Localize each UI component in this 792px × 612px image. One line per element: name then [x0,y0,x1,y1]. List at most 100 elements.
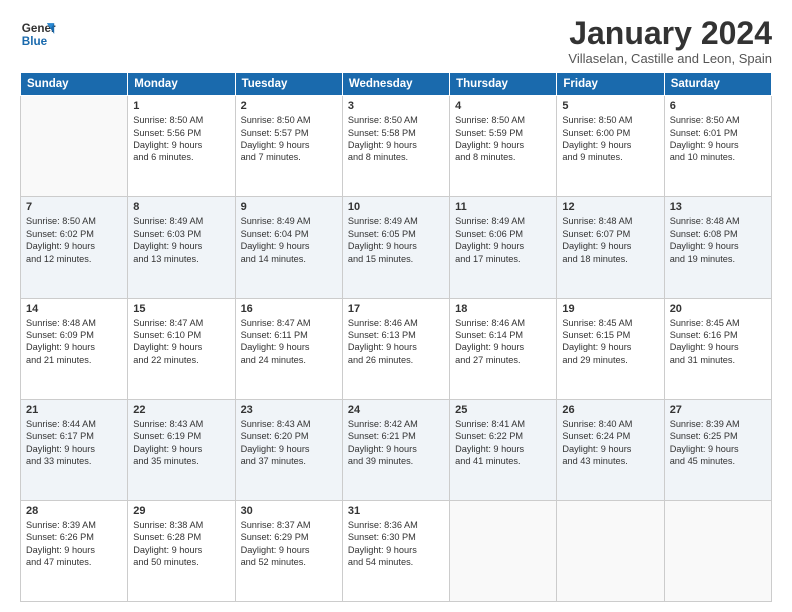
cell-info: Sunrise: 8:47 AM Sunset: 6:11 PM Dayligh… [241,317,337,367]
calendar-cell: 4 Sunrise: 8:50 AM Sunset: 5:59 PM Daylig… [450,96,557,197]
calendar-cell: 8 Sunrise: 8:49 AM Sunset: 6:03 PM Daylig… [128,197,235,298]
cell-info: Sunrise: 8:50 AM Sunset: 5:57 PM Dayligh… [241,114,337,164]
cell-info: Sunrise: 8:50 AM Sunset: 6:00 PM Dayligh… [562,114,658,164]
day-number: 10 [348,201,444,213]
cell-info: Sunrise: 8:43 AM Sunset: 6:20 PM Dayligh… [241,418,337,468]
day-number: 28 [26,505,122,517]
calendar-row-0: 1Sunrise: 8:50 AM Sunset: 5:56 PM Daylig… [21,96,772,197]
calendar-cell: 23 Sunrise: 8:43 AM Sunset: 6:20 PM Dayli… [235,399,342,500]
cell-info: Sunrise: 8:46 AM Sunset: 6:14 PM Dayligh… [455,317,551,367]
weekday-wednesday: Wednesday [342,73,449,96]
calendar-cell: 13 Sunrise: 8:48 AM Sunset: 6:08 PM Dayli… [664,197,771,298]
day-number: 21 [26,404,122,416]
day-number: 4 [455,100,551,112]
cell-info: Sunrise: 8:48 AM Sunset: 6:09 PM Dayligh… [26,317,122,367]
weekday-monday: Monday [128,73,235,96]
cell-info: Sunrise: 8:47 AM Sunset: 6:10 PM Dayligh… [133,317,229,367]
calendar-cell: 31 Sunrise: 8:36 AM Sunset: 6:30 PM Dayli… [342,500,449,601]
calendar-cell: 28 Sunrise: 8:39 AM Sunset: 6:26 PM Dayli… [21,500,128,601]
day-number: 18 [455,303,551,315]
cell-info: Sunrise: 8:42 AM Sunset: 6:21 PM Dayligh… [348,418,444,468]
day-number: 19 [562,303,658,315]
calendar-cell: 20Sunrise: 8:45 AM Sunset: 6:16 PM Dayli… [664,298,771,399]
title-block: January 2024 Villaselan, Castille and Le… [568,16,772,66]
calendar-cell: 16 Sunrise: 8:47 AM Sunset: 6:11 PM Dayli… [235,298,342,399]
cell-info: Sunrise: 8:38 AM Sunset: 6:28 PM Dayligh… [133,519,229,569]
day-number: 16 [241,303,337,315]
day-number: 20 [670,303,766,315]
calendar-cell: 2 Sunrise: 8:50 AM Sunset: 5:57 PM Daylig… [235,96,342,197]
calendar-cell: 30 Sunrise: 8:37 AM Sunset: 6:29 PM Dayli… [235,500,342,601]
calendar-cell [664,500,771,601]
cell-info: Sunrise: 8:37 AM Sunset: 6:29 PM Dayligh… [241,519,337,569]
calendar-cell: 27Sunrise: 8:39 AM Sunset: 6:25 PM Dayli… [664,399,771,500]
day-number: 8 [133,201,229,213]
day-number: 2 [241,100,337,112]
cell-info: Sunrise: 8:50 AM Sunset: 6:01 PM Dayligh… [670,114,766,164]
day-number: 27 [670,404,766,416]
cell-info: Sunrise: 8:45 AM Sunset: 6:15 PM Dayligh… [562,317,658,367]
cell-info: Sunrise: 8:48 AM Sunset: 6:08 PM Dayligh… [670,215,766,265]
weekday-header-row: SundayMondayTuesdayWednesdayThursdayFrid… [21,73,772,96]
weekday-tuesday: Tuesday [235,73,342,96]
cell-info: Sunrise: 8:49 AM Sunset: 6:03 PM Dayligh… [133,215,229,265]
cell-info: Sunrise: 8:48 AM Sunset: 6:07 PM Dayligh… [562,215,658,265]
calendar-row-2: 14 Sunrise: 8:48 AM Sunset: 6:09 PM Dayli… [21,298,772,399]
cell-info: Sunrise: 8:39 AM Sunset: 6:26 PM Dayligh… [26,519,122,569]
day-number: 17 [348,303,444,315]
day-number: 29 [133,505,229,517]
calendar-row-4: 28 Sunrise: 8:39 AM Sunset: 6:26 PM Dayli… [21,500,772,601]
weekday-saturday: Saturday [664,73,771,96]
calendar-cell: 3 Sunrise: 8:50 AM Sunset: 5:58 PM Daylig… [342,96,449,197]
cell-info: Sunrise: 8:50 AM Sunset: 5:58 PM Dayligh… [348,114,444,164]
day-number: 9 [241,201,337,213]
calendar-cell: 10 Sunrise: 8:49 AM Sunset: 6:05 PM Dayli… [342,197,449,298]
day-number: 24 [348,404,444,416]
day-number: 25 [455,404,551,416]
day-number: 30 [241,505,337,517]
weekday-sunday: Sunday [21,73,128,96]
calendar-row-3: 21 Sunrise: 8:44 AM Sunset: 6:17 PM Dayli… [21,399,772,500]
day-number: 6 [670,100,766,112]
cell-info: Sunrise: 8:40 AM Sunset: 6:24 PM Dayligh… [562,418,658,468]
cell-info: Sunrise: 8:50 AM Sunset: 6:02 PM Dayligh… [26,215,122,265]
calendar-cell: 17 Sunrise: 8:46 AM Sunset: 6:13 PM Dayli… [342,298,449,399]
cell-info: Sunrise: 8:49 AM Sunset: 6:06 PM Dayligh… [455,215,551,265]
cell-info: Sunrise: 8:49 AM Sunset: 6:04 PM Dayligh… [241,215,337,265]
calendar-cell [450,500,557,601]
location-subtitle: Villaselan, Castille and Leon, Spain [568,51,772,66]
cell-info: Sunrise: 8:49 AM Sunset: 6:05 PM Dayligh… [348,215,444,265]
day-number: 5 [562,100,658,112]
page: General Blue January 2024 Villaselan, Ca… [0,0,792,612]
day-number: 3 [348,100,444,112]
calendar-cell: 18 Sunrise: 8:46 AM Sunset: 6:14 PM Dayli… [450,298,557,399]
day-number: 7 [26,201,122,213]
day-number: 14 [26,303,122,315]
svg-text:Blue: Blue [22,35,48,48]
day-number: 1 [133,100,229,112]
header: General Blue January 2024 Villaselan, Ca… [20,16,772,66]
day-number: 12 [562,201,658,213]
calendar-cell: 5 Sunrise: 8:50 AM Sunset: 6:00 PM Daylig… [557,96,664,197]
day-number: 23 [241,404,337,416]
day-number: 15 [133,303,229,315]
calendar-cell: 24 Sunrise: 8:42 AM Sunset: 6:21 PM Dayli… [342,399,449,500]
day-number: 31 [348,505,444,517]
calendar-cell: 1Sunrise: 8:50 AM Sunset: 5:56 PM Daylig… [128,96,235,197]
calendar-cell: 19 Sunrise: 8:45 AM Sunset: 6:15 PM Dayli… [557,298,664,399]
cell-info: Sunrise: 8:44 AM Sunset: 6:17 PM Dayligh… [26,418,122,468]
calendar-cell: 9 Sunrise: 8:49 AM Sunset: 6:04 PM Daylig… [235,197,342,298]
cell-info: Sunrise: 8:46 AM Sunset: 6:13 PM Dayligh… [348,317,444,367]
calendar-cell: 21 Sunrise: 8:44 AM Sunset: 6:17 PM Dayli… [21,399,128,500]
calendar-cell: 25Sunrise: 8:41 AM Sunset: 6:22 PM Dayli… [450,399,557,500]
calendar-cell: 6 Sunrise: 8:50 AM Sunset: 6:01 PM Daylig… [664,96,771,197]
day-number: 13 [670,201,766,213]
weekday-friday: Friday [557,73,664,96]
calendar-cell: 26Sunrise: 8:40 AM Sunset: 6:24 PM Dayli… [557,399,664,500]
calendar-cell: 7 Sunrise: 8:50 AM Sunset: 6:02 PM Daylig… [21,197,128,298]
calendar-cell [557,500,664,601]
calendar-cell [21,96,128,197]
cell-info: Sunrise: 8:43 AM Sunset: 6:19 PM Dayligh… [133,418,229,468]
cell-info: Sunrise: 8:36 AM Sunset: 6:30 PM Dayligh… [348,519,444,569]
cell-info: Sunrise: 8:50 AM Sunset: 5:59 PM Dayligh… [455,114,551,164]
